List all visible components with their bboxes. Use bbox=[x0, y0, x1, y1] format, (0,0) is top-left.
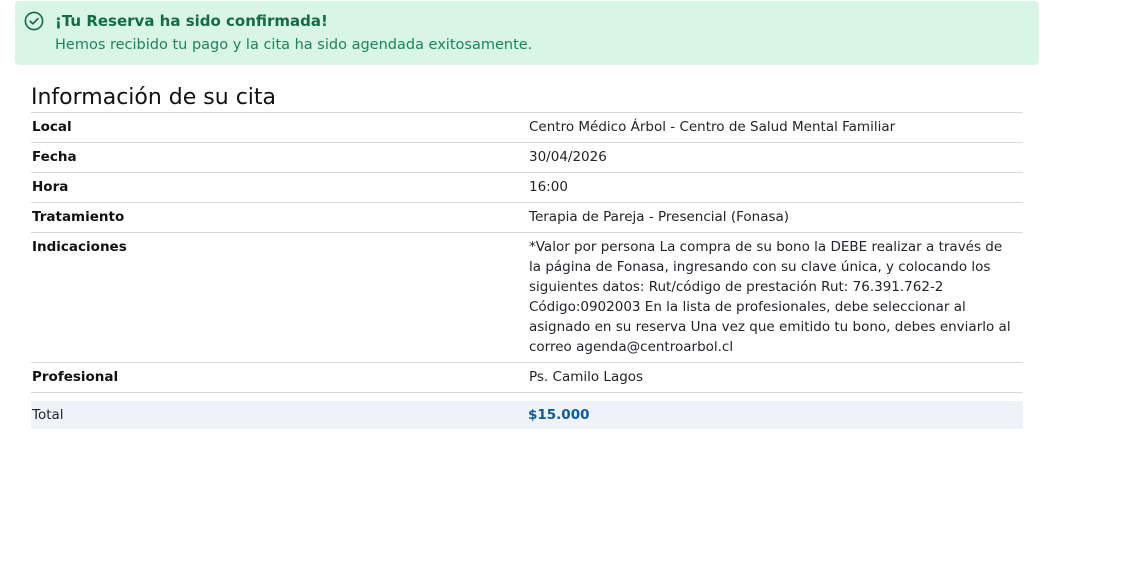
appointment-heading: Información de su cita bbox=[31, 85, 277, 110]
row-value-indicaciones: *Valor por persona La compra de su bono … bbox=[528, 232, 1023, 363]
row-value-hora: 16:00 bbox=[528, 172, 1023, 203]
appointment-info-table: Local Centro Médico Árbol - Centro de Sa… bbox=[31, 112, 1023, 423]
row-label-indicaciones: Indicaciones bbox=[31, 232, 528, 363]
row-label-fecha: Fecha bbox=[31, 142, 528, 173]
row-label-local: Local bbox=[31, 112, 528, 143]
row-label-tratamiento: Tratamiento bbox=[31, 202, 528, 233]
table-row: Profesional Ps. Camilo Lagos bbox=[31, 362, 1023, 393]
row-label-hora: Hora bbox=[31, 172, 528, 203]
row-value-tratamiento: Terapia de Pareja - Presencial (Fonasa) bbox=[528, 202, 1023, 233]
row-value-fecha: 30/04/2026 bbox=[528, 142, 1023, 173]
row-label-profesional: Profesional bbox=[31, 362, 528, 393]
table-row: Fecha 30/04/2026 bbox=[31, 142, 1023, 173]
table-row: Indicaciones *Valor por persona La compr… bbox=[31, 232, 1023, 363]
confirmation-alert: ¡Tu Reserva ha sido confirmada! Hemos re… bbox=[15, 1, 1039, 65]
total-label: Total bbox=[32, 407, 64, 423]
row-value-profesional: Ps. Camilo Lagos bbox=[528, 362, 1023, 393]
table-row: Hora 16:00 bbox=[31, 172, 1023, 203]
table-row: Tratamiento Terapia de Pareja - Presenci… bbox=[31, 202, 1023, 233]
total-row: Total $15.000 bbox=[31, 401, 1023, 429]
confirmation-message: Hemos recibido tu pago y la cita ha sido… bbox=[55, 37, 533, 53]
confirmation-title: ¡Tu Reserva ha sido confirmada! bbox=[55, 12, 328, 30]
table-row: Local Centro Médico Árbol - Centro de Sa… bbox=[31, 112, 1023, 143]
total-value: $15.000 bbox=[528, 407, 590, 423]
check-circle-icon bbox=[24, 11, 44, 31]
row-value-local: Centro Médico Árbol - Centro de Salud Me… bbox=[528, 112, 1023, 143]
